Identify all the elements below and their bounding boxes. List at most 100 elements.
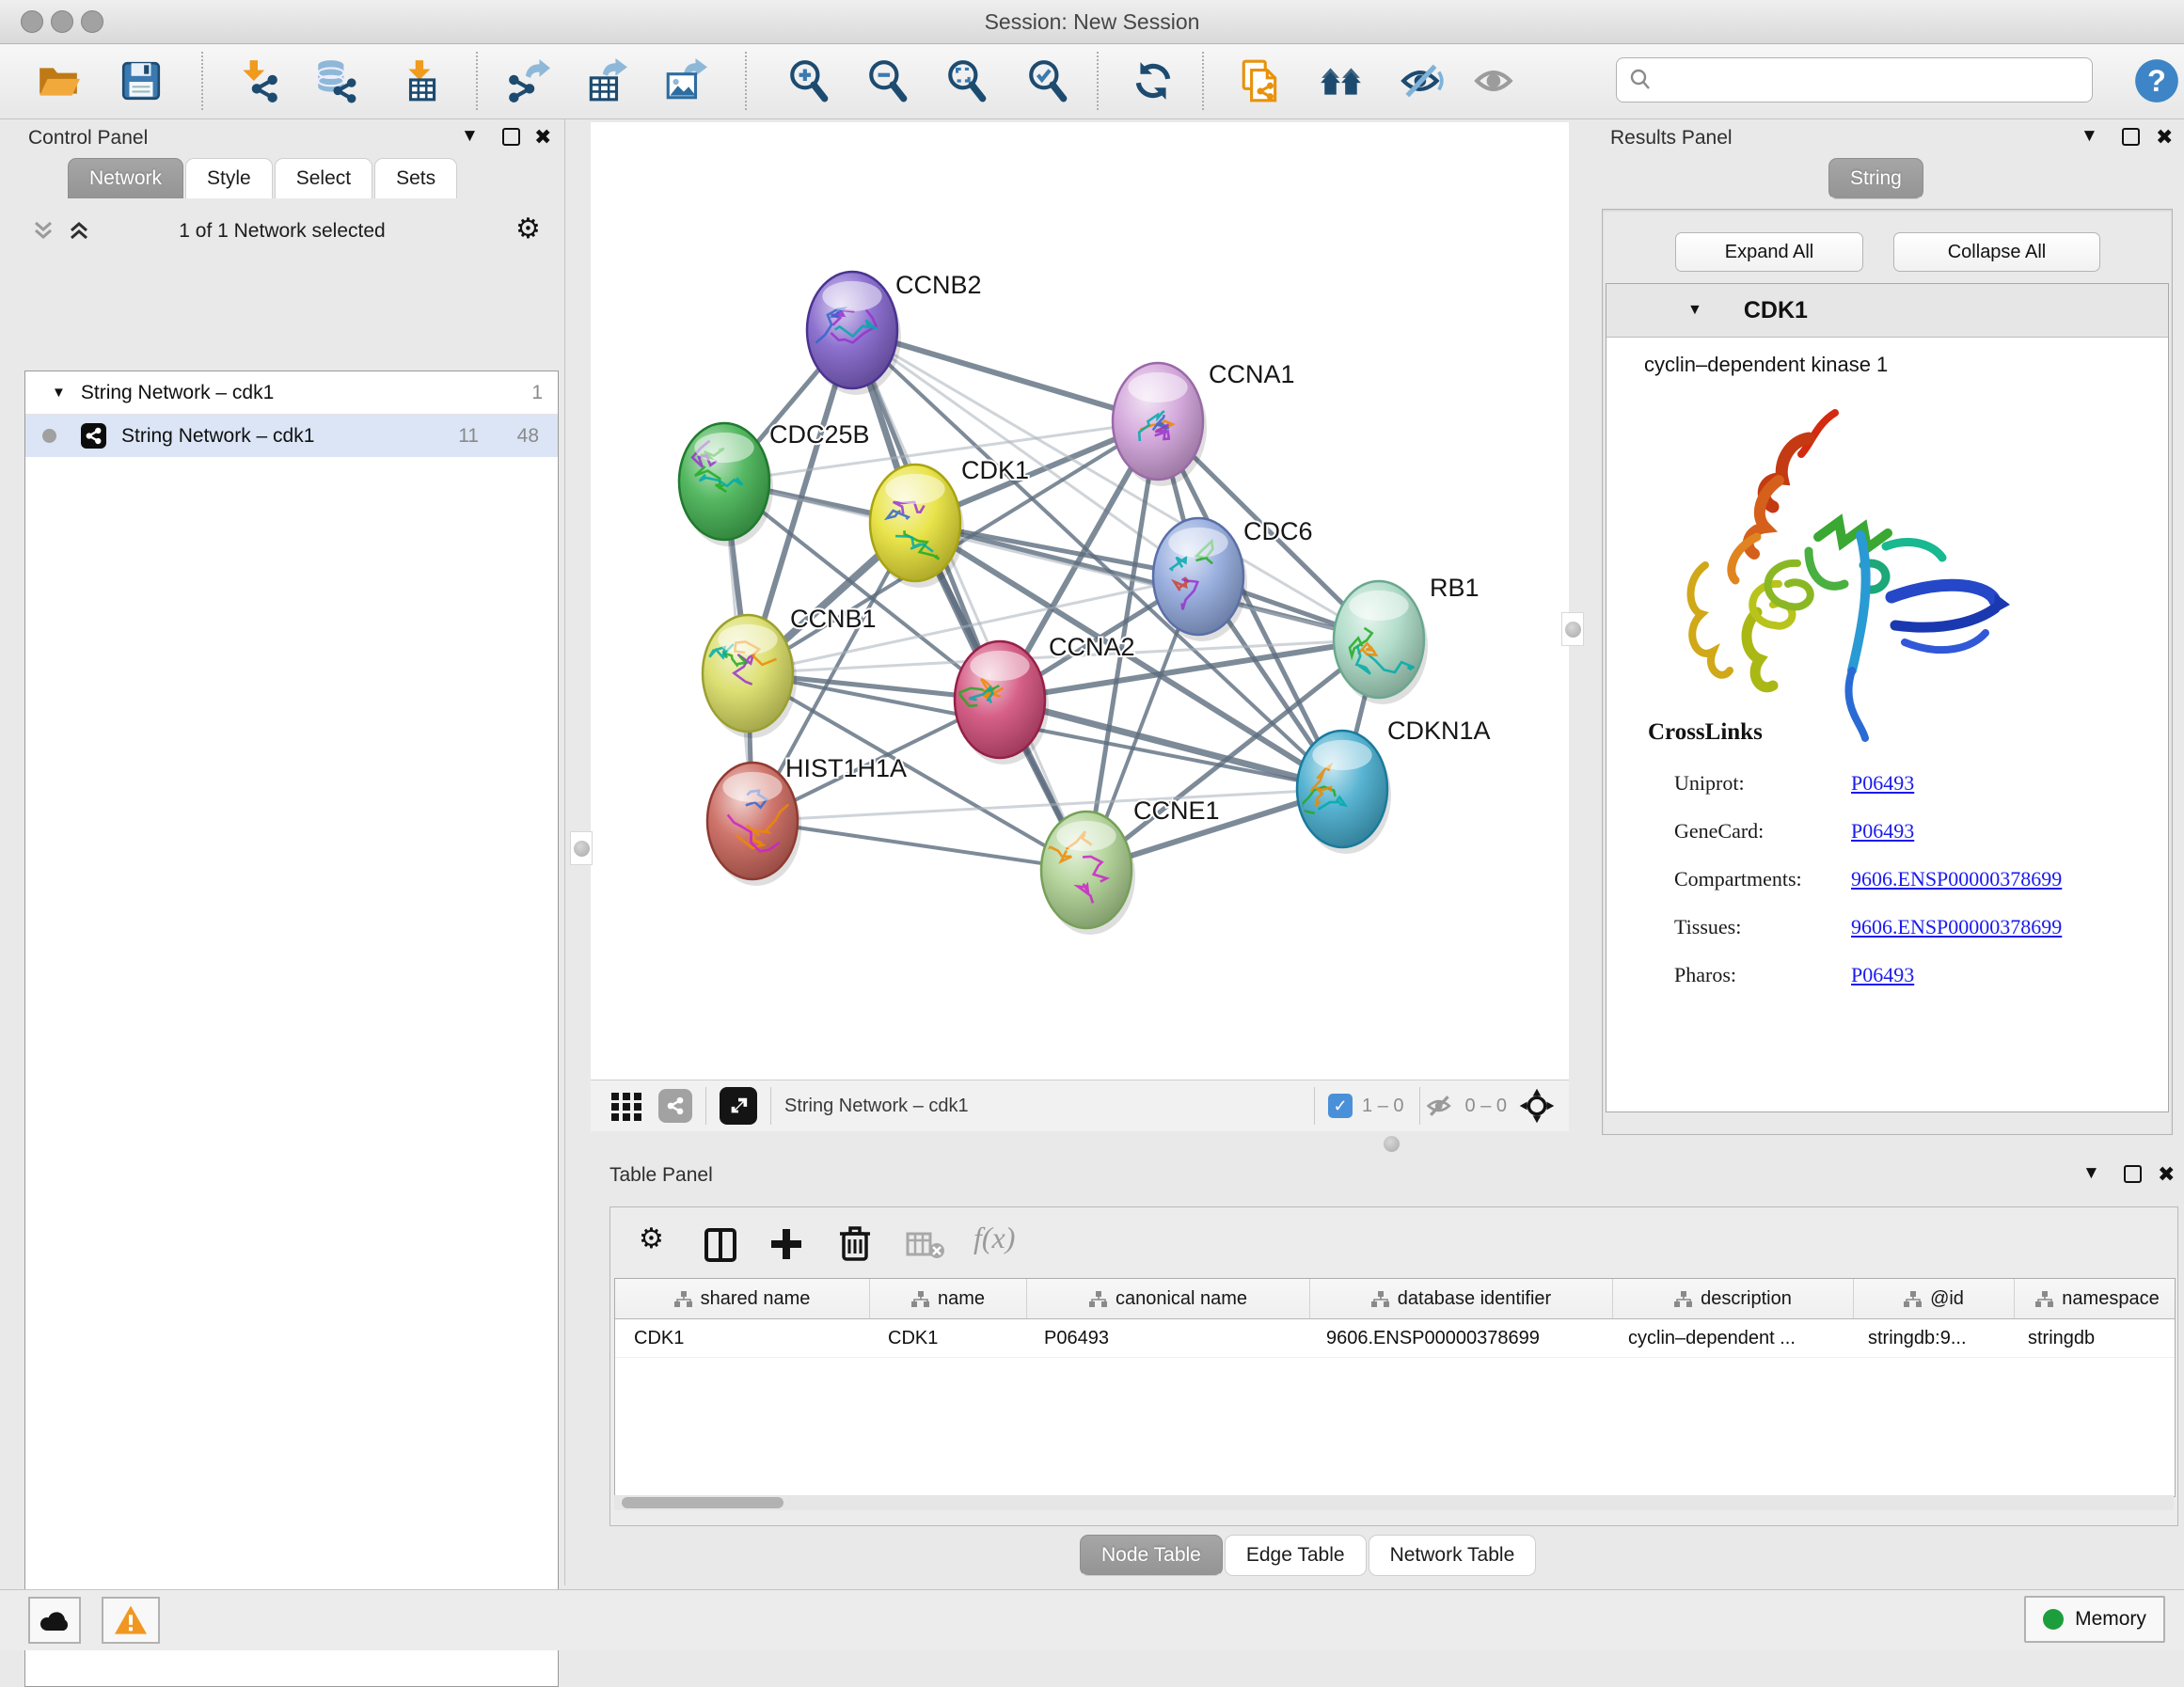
- column-header-shared-name[interactable]: shared name: [615, 1279, 870, 1318]
- duplicate-network-button[interactable]: [1238, 58, 1283, 103]
- table-cell[interactable]: 9606.ENSP00000378699: [1307, 1319, 1609, 1357]
- panel-close-icon[interactable]: ✖: [534, 125, 551, 150]
- open-in-window-button[interactable]: [720, 1087, 757, 1125]
- zoom-fit-button[interactable]: [944, 58, 989, 103]
- network-search-field[interactable]: [1616, 57, 2093, 102]
- zoom-out-button[interactable]: [865, 58, 910, 103]
- network-edges[interactable]: [724, 330, 1379, 870]
- column-header-canonical-name[interactable]: canonical name: [1027, 1279, 1310, 1318]
- import-network-database-button[interactable]: [312, 58, 357, 103]
- node-table[interactable]: shared namenamecanonical namedatabase id…: [614, 1278, 2176, 1497]
- expand-all-button[interactable]: Expand All: [1675, 232, 1863, 272]
- node-RB1[interactable]: RB1: [1334, 574, 1480, 704]
- node-CDK1[interactable]: CDK1: [870, 456, 1029, 588]
- network-badge-icon[interactable]: [658, 1089, 692, 1123]
- column-header-namespace[interactable]: namespace: [2015, 1279, 2176, 1318]
- network-row[interactable]: String Network – cdk1 11 48: [25, 415, 558, 457]
- birds-eye-grid-icon[interactable]: [609, 1089, 643, 1123]
- warnings-button[interactable]: [102, 1597, 160, 1644]
- cloud-button[interactable]: [28, 1597, 81, 1644]
- tree-expander-icon[interactable]: ▼: [52, 385, 66, 401]
- attribute-type-icon: [2035, 1291, 2053, 1307]
- crosshair-icon[interactable]: [1518, 1087, 1556, 1125]
- panel-collapse-icon[interactable]: ▼: [2081, 126, 2098, 147]
- scrollbar-thumb[interactable]: [622, 1497, 783, 1508]
- panel-close-icon[interactable]: ✖: [2156, 125, 2173, 150]
- column-header-database-identifier[interactable]: database identifier: [1310, 1279, 1613, 1318]
- bottom-splitter-handle[interactable]: [1384, 1136, 1400, 1152]
- panel-close-icon[interactable]: ✖: [2158, 1162, 2175, 1187]
- search-input[interactable]: [1660, 69, 2092, 92]
- table-cell[interactable]: P06493: [1025, 1319, 1307, 1357]
- right-splitter-handle[interactable]: [1561, 612, 1584, 646]
- zoom-in-button[interactable]: [786, 58, 831, 103]
- collapse-all-button[interactable]: Collapse All: [1893, 232, 2100, 272]
- open-session-button[interactable]: [36, 58, 81, 103]
- add-column-icon[interactable]: [768, 1226, 804, 1262]
- delete-column-icon[interactable]: [838, 1224, 872, 1262]
- node-CCNB2[interactable]: CCNB2: [807, 271, 982, 395]
- tab-network-table[interactable]: Network Table: [1369, 1535, 1537, 1576]
- tab-node-table[interactable]: Node Table: [1080, 1535, 1223, 1576]
- show-all-button[interactable]: [1473, 58, 1518, 103]
- section-expander-icon[interactable]: ▼: [1687, 302, 1702, 319]
- string-network-graph[interactable]: CCNB2CCNA1CDC25BCDK1CDC6RB1CCNB1CCNA2CDK…: [591, 122, 1569, 1080]
- node-CDC6[interactable]: CDC6: [1153, 517, 1313, 641]
- tab-select[interactable]: Select: [275, 158, 372, 198]
- selected-checkbox-icon[interactable]: ✓: [1328, 1094, 1353, 1118]
- crosslink-link[interactable]: 9606.ENSP00000378699: [1851, 867, 2062, 891]
- panel-float-icon[interactable]: [502, 128, 520, 146]
- export-image-button[interactable]: [662, 58, 707, 103]
- edge-HIST1H1A-CCNE1[interactable]: [752, 821, 1086, 870]
- table-cell[interactable]: CDK1: [869, 1319, 1025, 1357]
- import-network-file-button[interactable]: [235, 58, 280, 103]
- help-button[interactable]: ?: [2133, 57, 2178, 102]
- node-CDC25B[interactable]: CDC25B: [679, 420, 870, 546]
- table-cell[interactable]: cyclin–dependent ...: [1609, 1319, 1849, 1357]
- crosslink-link[interactable]: P06493: [1851, 771, 1914, 796]
- results-panel-title: Results Panel: [1610, 127, 1733, 150]
- crosslink-link[interactable]: P06493: [1851, 819, 1914, 844]
- panel-collapse-icon[interactable]: ▼: [2082, 1163, 2100, 1184]
- network-collection-row[interactable]: ▼ String Network – cdk1 1: [25, 371, 558, 414]
- node-section-header[interactable]: ▼ CDK1: [1606, 284, 2168, 338]
- hide-selected-button[interactable]: [1400, 58, 1445, 103]
- table-cell[interactable]: stringdb: [2009, 1319, 2175, 1357]
- refresh-layout-button[interactable]: [1131, 58, 1176, 103]
- left-splitter-handle[interactable]: [570, 831, 593, 865]
- edge-CCNB2-CCNE1[interactable]: [852, 330, 1086, 870]
- table-row[interactable]: CDK1CDK1P064939606.ENSP00000378699cyclin…: [615, 1319, 2175, 1358]
- node-CCNE1[interactable]: CCNE1: [1041, 796, 1220, 935]
- table-gear-icon[interactable]: ⚙: [639, 1222, 664, 1255]
- crosslink-row: GeneCard:P06493: [1674, 807, 2144, 855]
- tab-sets[interactable]: Sets: [374, 158, 457, 198]
- tab-network[interactable]: Network: [68, 158, 183, 198]
- column-header--id[interactable]: @id: [1854, 1279, 2015, 1318]
- tab-edge-table[interactable]: Edge Table: [1225, 1535, 1367, 1576]
- panel-collapse-icon[interactable]: ▼: [461, 126, 479, 147]
- network-canvas[interactable]: CCNB2CCNA1CDC25BCDK1CDC6RB1CCNB1CCNA2CDK…: [591, 122, 1569, 1080]
- save-session-button[interactable]: [119, 58, 164, 103]
- export-network-button[interactable]: [506, 58, 551, 103]
- zoom-selected-button[interactable]: [1025, 58, 1070, 103]
- tab-style[interactable]: Style: [185, 158, 273, 198]
- export-table-button[interactable]: [583, 58, 628, 103]
- table-horizontal-scrollbar[interactable]: [614, 1495, 2174, 1510]
- gear-icon[interactable]: ⚙: [515, 213, 541, 245]
- memory-button[interactable]: Memory: [2024, 1596, 2165, 1643]
- double-home-button[interactable]: [1319, 58, 1364, 103]
- node-CCNB1[interactable]: CCNB1: [703, 605, 877, 738]
- node-CDKN1A[interactable]: CDKN1A: [1297, 717, 1491, 854]
- column-header-description[interactable]: description: [1613, 1279, 1854, 1318]
- panel-float-icon[interactable]: [2122, 128, 2140, 146]
- crosslink-link[interactable]: P06493: [1851, 963, 1914, 987]
- column-header-name[interactable]: name: [870, 1279, 1027, 1318]
- crosslink-link[interactable]: 9606.ENSP00000378699: [1851, 915, 2062, 939]
- import-table-button[interactable]: [399, 58, 444, 103]
- table-cell[interactable]: CDK1: [615, 1319, 869, 1357]
- table-cell[interactable]: stringdb:9...: [1849, 1319, 2009, 1357]
- show-columns-icon[interactable]: [704, 1228, 736, 1262]
- node-HIST1H1A[interactable]: HIST1H1A: [707, 754, 907, 886]
- tab-string[interactable]: String: [1828, 158, 1923, 199]
- panel-float-icon[interactable]: [2124, 1165, 2142, 1183]
